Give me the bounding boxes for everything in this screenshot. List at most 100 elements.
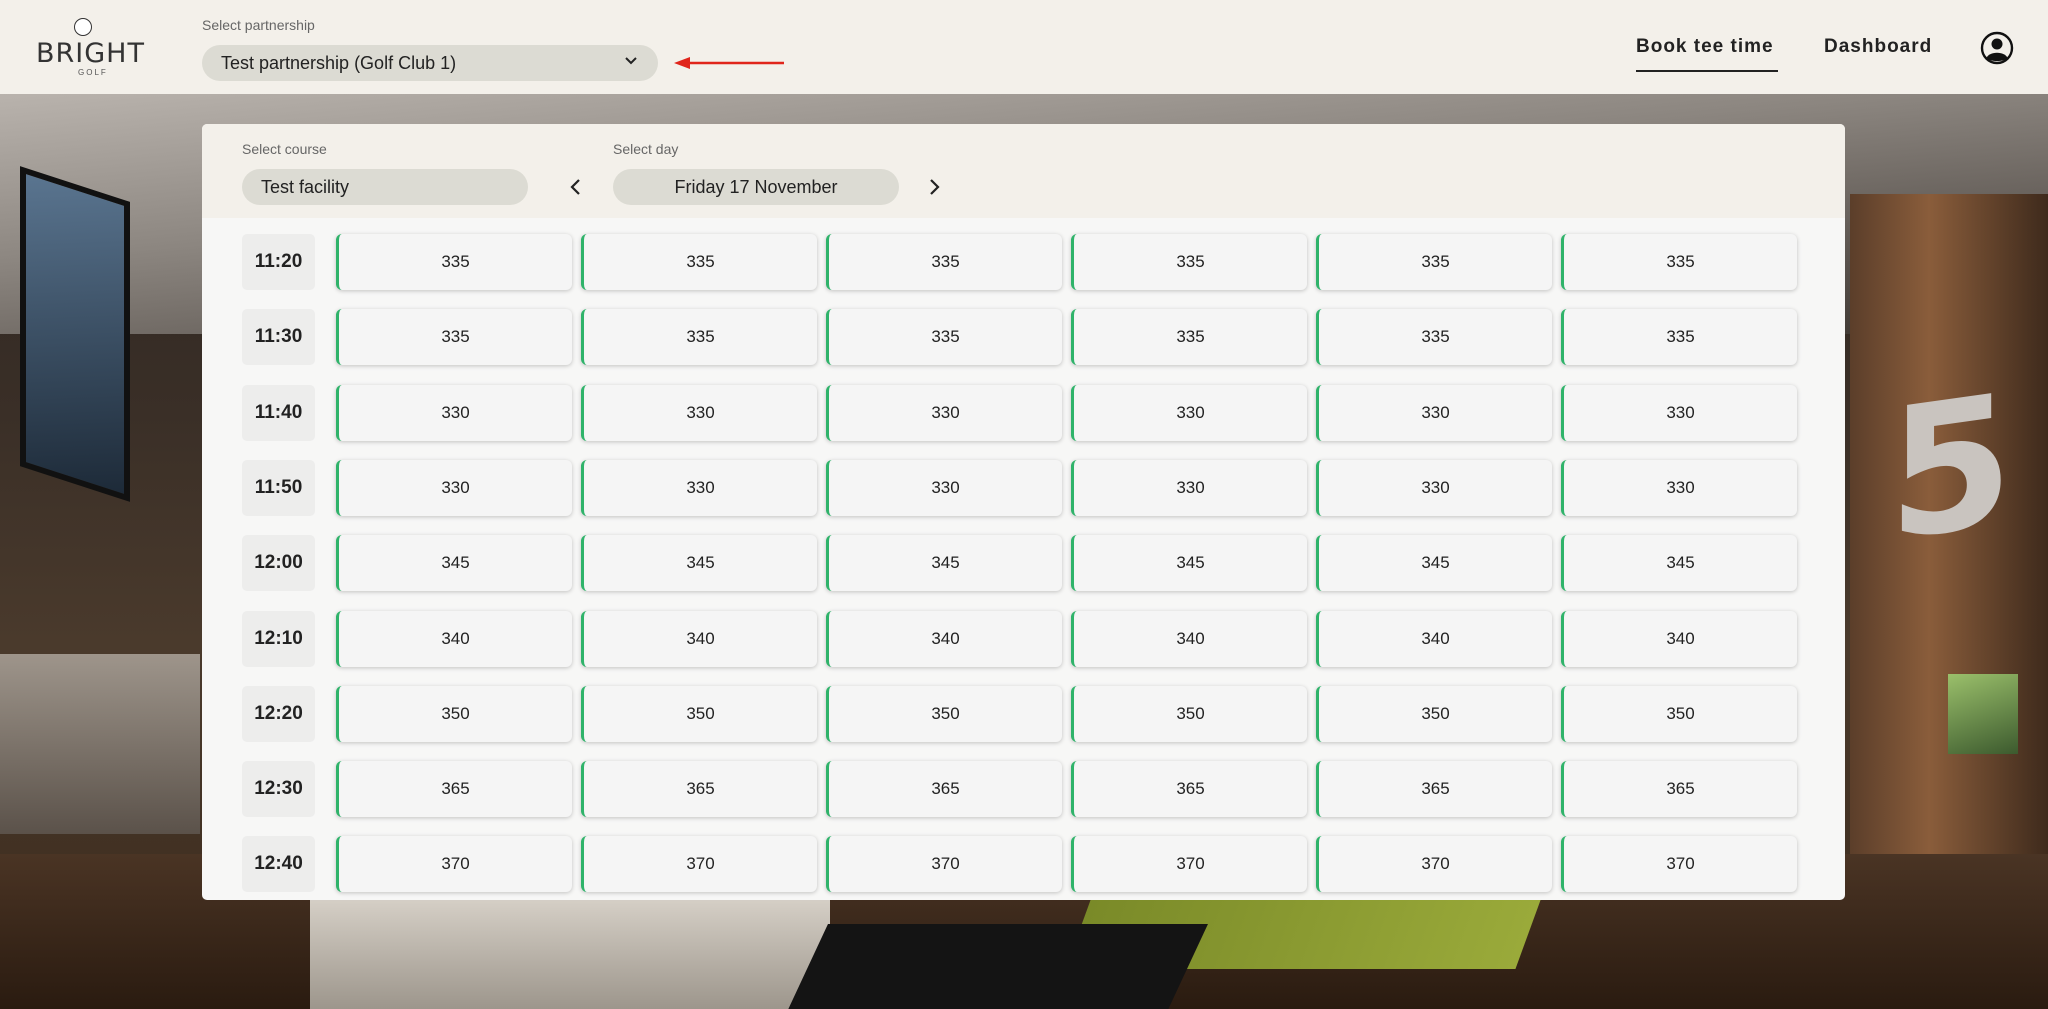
background-tv bbox=[20, 166, 130, 502]
tee-slot-button[interactable]: 335 bbox=[1316, 234, 1552, 290]
tee-slot-button[interactable]: 330 bbox=[826, 384, 1062, 441]
tee-slot-button[interactable]: 370 bbox=[336, 836, 572, 893]
tee-slot-button[interactable]: 335 bbox=[581, 234, 817, 290]
tee-slot-button[interactable]: 335 bbox=[1071, 234, 1307, 290]
tee-slot-button[interactable]: 345 bbox=[581, 535, 817, 592]
partnership-label: Select partnership bbox=[202, 17, 315, 33]
tee-slot-button[interactable]: 335 bbox=[1561, 234, 1797, 290]
tee-slot-button[interactable]: 335 bbox=[826, 234, 1062, 290]
tee-slot-button[interactable]: 365 bbox=[1071, 761, 1307, 818]
logo-subtitle: GOLF bbox=[78, 68, 108, 77]
course-select[interactable]: Test facility bbox=[242, 169, 528, 205]
tee-slot-button[interactable]: 345 bbox=[1561, 535, 1797, 592]
tee-time-row: 12:20 350 350 350 350 350 350 bbox=[242, 685, 1802, 743]
logo-wordmark: BRIGHT bbox=[36, 38, 145, 69]
chevron-down-icon bbox=[625, 57, 637, 65]
tee-slot-button[interactable]: 340 bbox=[1071, 610, 1307, 667]
tee-time-row: 11:20 335 335 335 335 335 335 bbox=[242, 234, 1802, 291]
partnership-select[interactable]: Test partnership (Golf Club 1) bbox=[202, 45, 658, 81]
tee-slot-button[interactable]: 330 bbox=[336, 459, 572, 516]
tee-slot-button[interactable]: 345 bbox=[336, 535, 572, 592]
background-sofa bbox=[0, 654, 200, 834]
tee-slot-button[interactable]: 335 bbox=[581, 309, 817, 366]
bright-golf-logo[interactable]: BRIGHT GOLF bbox=[36, 18, 156, 78]
tee-slot-button[interactable]: 335 bbox=[1561, 309, 1797, 366]
tee-slot-button[interactable]: 365 bbox=[336, 761, 572, 818]
tee-slot-button[interactable]: 350 bbox=[1071, 685, 1307, 742]
tee-time-label: 12:40 bbox=[242, 836, 315, 893]
tee-time-label: 11:30 bbox=[242, 309, 315, 366]
tee-slot-button[interactable]: 345 bbox=[1316, 535, 1552, 592]
tee-slot-button[interactable]: 365 bbox=[581, 761, 817, 818]
background-couch bbox=[310, 894, 830, 1009]
tee-slot-button[interactable]: 330 bbox=[1071, 384, 1307, 441]
previous-day-button[interactable] bbox=[566, 176, 586, 198]
tee-time-label: 11:40 bbox=[242, 384, 315, 441]
course-value: Test facility bbox=[261, 176, 350, 197]
tee-slot-button[interactable]: 350 bbox=[826, 685, 1062, 742]
tee-slot-button[interactable]: 350 bbox=[1316, 685, 1552, 742]
background-screen bbox=[1948, 674, 2018, 754]
tee-slot-button[interactable]: 340 bbox=[581, 610, 817, 667]
tee-time-label: 12:00 bbox=[242, 535, 315, 592]
course-label: Select course bbox=[242, 141, 327, 157]
tee-slot-button[interactable]: 370 bbox=[1316, 836, 1552, 893]
tee-slot-button[interactable]: 330 bbox=[1561, 459, 1797, 516]
tee-time-label: 11:20 bbox=[242, 234, 315, 290]
golf-ball-icon bbox=[74, 18, 92, 36]
tee-time-row: 12:40 370 370 370 370 370 370 bbox=[242, 836, 1802, 893]
tee-slot-button[interactable]: 340 bbox=[1561, 610, 1797, 667]
tee-slot-button[interactable]: 370 bbox=[826, 836, 1062, 893]
background-bay-number: 5 bbox=[1888, 355, 2014, 582]
tee-time-row: 12:10 340 340 340 340 340 340 bbox=[242, 610, 1802, 668]
tee-slot-button[interactable]: 340 bbox=[336, 610, 572, 667]
tee-slot-button[interactable]: 330 bbox=[1561, 384, 1797, 441]
nav-active-underline bbox=[1636, 70, 1778, 72]
tee-slot-button[interactable]: 370 bbox=[1071, 836, 1307, 893]
top-header: BRIGHT GOLF Select partnership Test part… bbox=[0, 0, 2048, 94]
tee-slot-button[interactable]: 350 bbox=[581, 685, 817, 742]
tee-time-row: 11:40 330 330 330 330 330 330 bbox=[242, 384, 1802, 442]
tee-time-row: 11:30 335 335 335 335 335 335 bbox=[242, 309, 1802, 366]
tee-slot-button[interactable]: 350 bbox=[336, 685, 572, 742]
tee-slot-button[interactable]: 340 bbox=[1316, 610, 1552, 667]
booking-panel: Select course Test facility Select day F… bbox=[202, 124, 1845, 900]
tee-time-row: 12:00 345 345 345 345 345 345 bbox=[242, 535, 1802, 592]
day-label: Select day bbox=[613, 141, 679, 157]
partnership-value: Test partnership (Golf Club 1) bbox=[221, 52, 457, 73]
tee-slot-button[interactable]: 335 bbox=[826, 309, 1062, 366]
tee-slot-button[interactable]: 370 bbox=[581, 836, 817, 893]
tee-slot-button[interactable]: 365 bbox=[826, 761, 1062, 818]
tee-slot-button[interactable]: 345 bbox=[826, 535, 1062, 592]
tee-time-label: 12:10 bbox=[242, 610, 315, 667]
tee-slot-button[interactable]: 330 bbox=[1071, 459, 1307, 516]
tee-slot-button[interactable]: 370 bbox=[1561, 836, 1797, 893]
tee-slot-button[interactable]: 340 bbox=[826, 610, 1062, 667]
day-select[interactable]: Friday 17 November bbox=[613, 169, 899, 205]
tee-slot-button[interactable]: 330 bbox=[336, 384, 572, 441]
tee-slot-button[interactable]: 350 bbox=[1561, 685, 1797, 742]
nav-dashboard[interactable]: Dashboard bbox=[1824, 36, 1932, 58]
tee-time-label: 12:20 bbox=[242, 685, 315, 742]
next-day-button[interactable] bbox=[924, 176, 944, 198]
tee-slot-button[interactable]: 330 bbox=[581, 384, 817, 441]
tee-slot-button[interactable]: 335 bbox=[336, 234, 572, 290]
tee-slot-button[interactable]: 365 bbox=[1561, 761, 1797, 818]
background-table bbox=[772, 924, 1208, 1009]
tee-slot-button[interactable]: 335 bbox=[336, 309, 572, 366]
tee-slot-button[interactable]: 330 bbox=[581, 459, 817, 516]
annotation-arrow-icon bbox=[674, 57, 784, 69]
day-value: Friday 17 November bbox=[674, 176, 838, 197]
tee-time-row: 11:50 330 330 330 330 330 330 bbox=[242, 459, 1802, 517]
tee-slot-button[interactable]: 335 bbox=[1071, 309, 1307, 366]
tee-time-label: 11:50 bbox=[242, 459, 315, 516]
tee-slot-button[interactable]: 365 bbox=[1316, 761, 1552, 818]
tee-slot-button[interactable]: 330 bbox=[1316, 459, 1552, 516]
user-account-icon[interactable] bbox=[1980, 31, 2014, 65]
tee-slot-button[interactable]: 335 bbox=[1316, 309, 1552, 366]
tee-slot-button[interactable]: 330 bbox=[826, 459, 1062, 516]
tee-slot-button[interactable]: 345 bbox=[1071, 535, 1307, 592]
tee-time-label: 12:30 bbox=[242, 761, 315, 818]
nav-book-tee-time[interactable]: Book tee time bbox=[1636, 36, 1774, 58]
tee-slot-button[interactable]: 330 bbox=[1316, 384, 1552, 441]
